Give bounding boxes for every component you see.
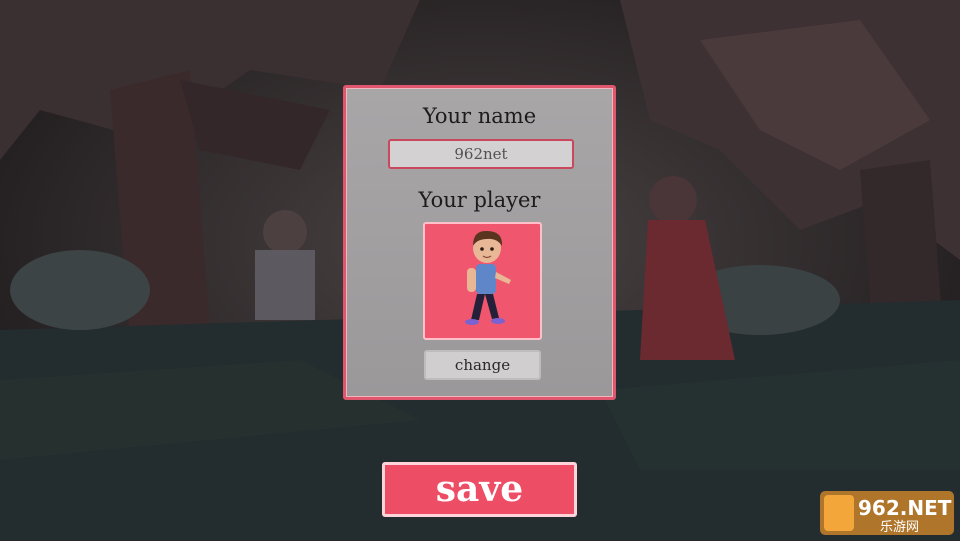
site-watermark: 962.NET 乐游网	[818, 489, 956, 537]
change-player-button[interactable]: change	[424, 350, 541, 380]
player-label: Your player	[418, 188, 541, 212]
name-input[interactable]: 962net	[388, 139, 574, 169]
player-character-icon	[465, 230, 511, 325]
watermark-logo-icon: 962.NET 乐游网	[820, 491, 954, 535]
save-button[interactable]: save	[382, 462, 577, 517]
profile-panel: Your name 962net Your player change	[343, 85, 616, 400]
watermark-brand: 962.NET	[858, 496, 952, 520]
watermark-subtitle: 乐游网	[880, 520, 919, 535]
player-preview[interactable]	[423, 222, 542, 340]
name-label: Your name	[422, 104, 537, 128]
